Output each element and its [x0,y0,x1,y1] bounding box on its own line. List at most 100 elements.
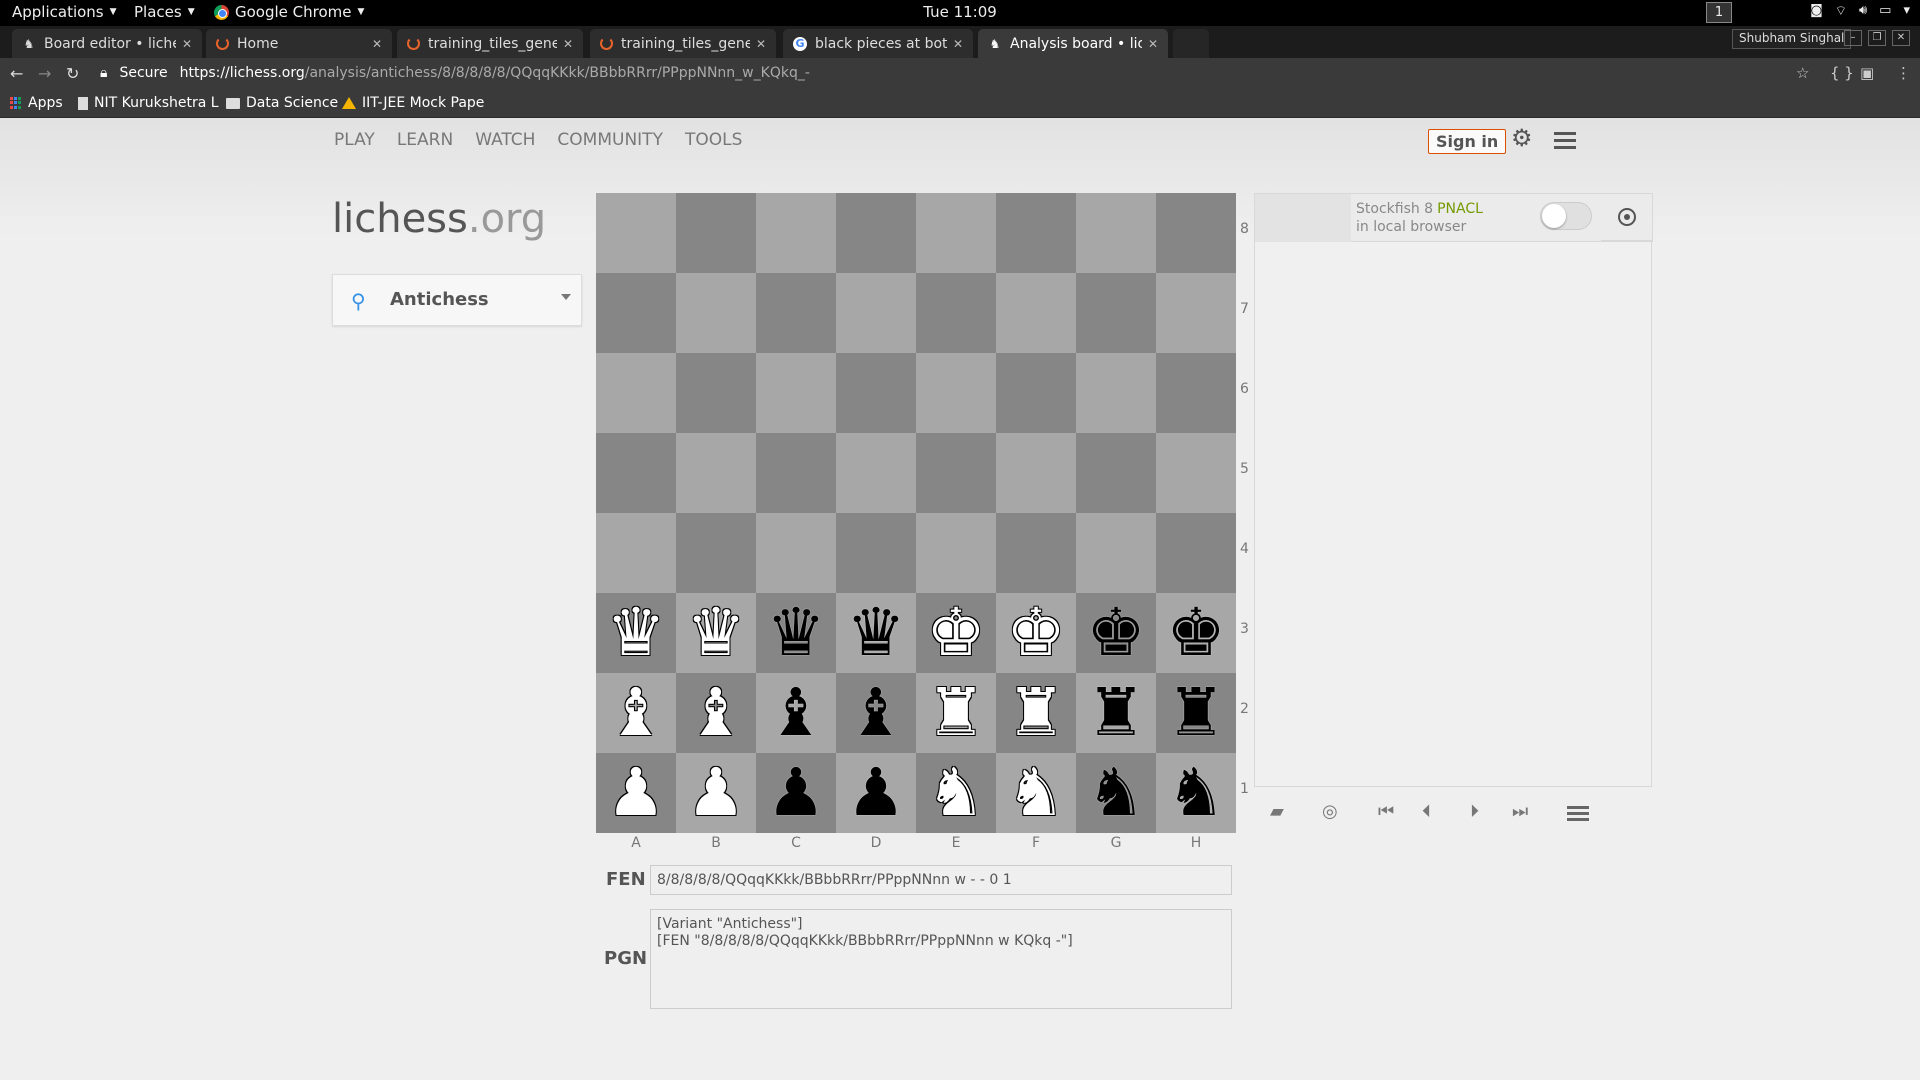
workspace-indicator[interactable]: 1 [1706,2,1732,23]
close-icon[interactable]: ✕ [563,37,573,51]
white-king-piece[interactable]: ♚ [926,600,985,666]
square-a6[interactable] [596,353,676,433]
book-icon[interactable]: ▰ [1270,801,1284,822]
pgn-textarea[interactable] [650,909,1232,1009]
square-f2[interactable]: ♜ [996,673,1076,753]
close-icon[interactable]: ✕ [372,37,382,51]
square-c4[interactable] [756,513,836,593]
square-h5[interactable] [1156,433,1236,513]
square-f4[interactable] [996,513,1076,593]
target-icon[interactable]: ◎ [1322,801,1338,822]
square-a1[interactable]: ♟ [596,753,676,833]
white-pawn-piece[interactable]: ♟ [606,760,665,826]
square-b1[interactable]: ♟ [676,753,756,833]
variant-selector[interactable]: ⚲ Antichess [332,274,582,326]
tab-training-tiles-2[interactable]: training_tiles_generator ✕ [590,29,776,58]
square-d2[interactable]: ♝ [836,673,916,753]
bookmark-nit[interactable]: NIT Kurukshetra L [78,95,219,111]
nav-tools[interactable]: TOOLS [685,130,742,150]
tab-training-tiles-1[interactable]: training_tiles_generator ✕ [397,29,583,58]
square-c1[interactable]: ♟ [756,753,836,833]
profile-button[interactable]: Shubham Singhal [1732,29,1852,49]
square-a8[interactable] [596,193,676,273]
square-e6[interactable] [916,353,996,433]
square-e3[interactable]: ♚ [916,593,996,673]
black-pawn-piece[interactable]: ♟ [766,760,825,826]
restore-icon[interactable]: ❐ [1868,30,1886,46]
gear-icon[interactable]: ⚙ [1511,124,1533,152]
square-e4[interactable] [916,513,996,593]
square-h3[interactable]: ♚ [1156,593,1236,673]
black-pawn-piece[interactable]: ♟ [846,760,905,826]
square-h1[interactable]: ♞ [1156,753,1236,833]
square-f7[interactable] [996,273,1076,353]
forward-icon[interactable]: → [38,64,51,83]
square-b4[interactable] [676,513,756,593]
square-a3[interactable]: ♛ [596,593,676,673]
chess-board[interactable]: ♛ ♛ ♛ ♛ ♚ ♚ ♚ ♚ ♝ ♝ ♝ ♝ ♜ ♜ ♜ ♜ ♟ ♟ ♟ ♟ ♞ ♞ ♞ ♞ [596,193,1236,833]
bookmark-data-science[interactable]: Data Science [226,95,338,111]
square-h8[interactable] [1156,193,1236,273]
square-g2[interactable]: ♜ [1076,673,1156,753]
black-knight-piece[interactable]: ♞ [1166,760,1225,826]
close-icon[interactable]: ✕ [182,37,192,51]
site-logo[interactable]: lichess.org [332,196,546,242]
extension-icon[interactable]: { } [1830,64,1854,82]
close-icon[interactable]: ✕ [756,37,766,51]
square-c5[interactable] [756,433,836,513]
white-rook-piece[interactable]: ♜ [926,680,985,746]
square-b8[interactable] [676,193,756,273]
square-g8[interactable] [1076,193,1156,273]
square-a2[interactable]: ♝ [596,673,676,753]
square-g6[interactable] [1076,353,1156,433]
square-d1[interactable]: ♟ [836,753,916,833]
black-knight-piece[interactable]: ♞ [1086,760,1145,826]
black-bishop-piece[interactable]: ♝ [846,680,905,746]
square-f8[interactable] [996,193,1076,273]
bookmark-star-icon[interactable]: ☆ [1796,64,1809,82]
square-c8[interactable] [756,193,836,273]
nav-watch[interactable]: WATCH [475,130,535,150]
square-e8[interactable] [916,193,996,273]
white-bishop-piece[interactable]: ♝ [606,680,665,746]
next-move-icon[interactable]: ⏵ [1470,801,1479,822]
first-move-icon[interactable]: ⏮ [1378,801,1394,822]
white-knight-piece[interactable]: ♞ [1006,760,1065,826]
black-bishop-piece[interactable]: ♝ [766,680,825,746]
hamburger-menu-icon[interactable] [1554,132,1576,153]
square-a7[interactable] [596,273,676,353]
square-d3[interactable]: ♛ [836,593,916,673]
square-g1[interactable]: ♞ [1076,753,1156,833]
black-queen-piece[interactable]: ♛ [766,600,825,666]
close-icon[interactable]: ✕ [1148,37,1158,51]
square-c3[interactable]: ♛ [756,593,836,673]
white-queen-piece[interactable]: ♛ [606,600,665,666]
square-d6[interactable] [836,353,916,433]
square-g4[interactable] [1076,513,1156,593]
square-a4[interactable] [596,513,676,593]
square-h6[interactable] [1156,353,1236,433]
square-a5[interactable] [596,433,676,513]
square-h7[interactable] [1156,273,1236,353]
close-icon[interactable]: ✕ [953,37,963,51]
tab-google-search[interactable]: G black pieces at bottom ✕ [783,29,973,58]
square-e1[interactable]: ♞ [916,753,996,833]
black-rook-piece[interactable]: ♜ [1166,680,1225,746]
square-c6[interactable] [756,353,836,433]
square-b6[interactable] [676,353,756,433]
cast-icon[interactable]: ▣ [1860,64,1874,82]
black-rook-piece[interactable]: ♜ [1086,680,1145,746]
square-h2[interactable]: ♜ [1156,673,1236,753]
tab-board-editor[interactable]: ♞ Board editor • lichess ✕ [12,29,202,58]
new-tab-button[interactable] [1173,29,1209,58]
system-tray[interactable]: ◙ ⌔ 🔊︎ ▭ ▾ [1810,3,1910,19]
nav-learn[interactable]: LEARN [397,130,453,150]
square-c7[interactable] [756,273,836,353]
sign-in-button[interactable]: Sign in [1428,129,1507,154]
white-bishop-piece[interactable]: ♝ [686,680,745,746]
square-e2[interactable]: ♜ [916,673,996,753]
engine-toggle[interactable] [1540,202,1592,230]
url-field[interactable]: 🔒︎ Secure https://lichess.org/analysis/ant… [100,65,810,81]
more-menu-icon[interactable]: ⋮ [1896,64,1911,82]
square-g3[interactable]: ♚ [1076,593,1156,673]
